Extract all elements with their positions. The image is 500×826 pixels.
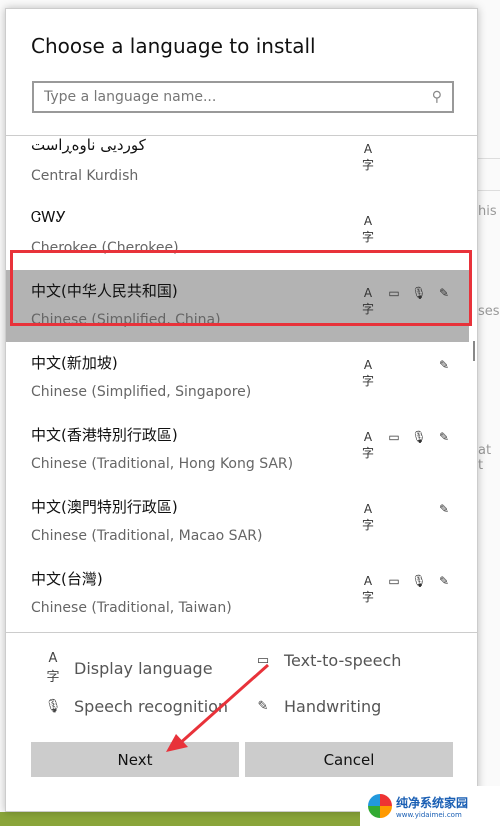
display-language-icon: A字 — [361, 430, 374, 460]
english-name: Chinese (Traditional, Taiwan) — [31, 600, 232, 616]
language-item[interactable]: 中文(香港特別行政區) Chinese (Traditional, Hong Ko… — [6, 414, 469, 486]
text-to-speech-icon: ▭ — [256, 653, 270, 668]
english-name: Chinese (Traditional, Hong Kong SAR) — [31, 456, 294, 472]
handwriting-icon: ✎ — [257, 699, 269, 714]
legend-handwriting: ✎ Handwriting — [254, 697, 382, 716]
native-name: 中文(澳門特別行政區) — [31, 498, 178, 516]
handwriting-icon: ✎ — [438, 502, 450, 516]
english-name: Chinese (Traditional, Macao SAR) — [31, 528, 263, 544]
highlight-box — [10, 250, 472, 326]
legend-label: Display language — [74, 658, 213, 678]
background-text: his — [478, 204, 497, 219]
language-item[interactable]: 中文(澳門特別行政區) Chinese (Traditional, Macao S… — [6, 486, 469, 558]
language-install-dialog: Choose a language to install ⚲ کوردیی نا… — [5, 8, 478, 812]
microphone-icon: 🎙 — [44, 699, 62, 714]
legend-text-to-speech: ▭ Text-to-speech — [254, 651, 402, 670]
text-to-speech-icon: ▭ — [388, 430, 400, 444]
display-language-icon: A字 — [361, 214, 374, 244]
native-name: کوردیی ناوەڕاست — [31, 136, 146, 154]
divider — [478, 158, 500, 159]
scrollbar[interactable] — [473, 341, 475, 361]
divider — [478, 190, 500, 191]
legend-label: Text-to-speech — [284, 651, 402, 670]
speech-recognition-icon: 🎙 — [411, 574, 427, 588]
language-item[interactable]: 中文(台灣) Chinese (Traditional, Taiwan) A字 ▭ 🎙 ✎ — [6, 558, 469, 630]
legend-speech-recognition: 🎙 Speech recognition — [44, 697, 228, 716]
legend-display-language: A字 Display language — [44, 651, 213, 685]
native-name: 中文(新加坡) — [31, 354, 118, 372]
watermark-name: 纯净系统家园 — [396, 795, 469, 810]
language-item[interactable]: 中文(新加坡) Chinese (Simplified, Singapore) A字… — [6, 342, 469, 414]
search-input[interactable] — [44, 89, 432, 105]
display-language-icon: A字 — [361, 142, 374, 172]
cancel-button[interactable]: Cancel — [245, 742, 453, 777]
legend-label: Handwriting — [284, 697, 382, 716]
handwriting-icon: ✎ — [438, 430, 450, 444]
handwriting-icon: ✎ — [438, 358, 450, 372]
english-name: Central Kurdish — [31, 168, 139, 184]
english-name: Chinese (Simplified, Singapore) — [31, 384, 252, 400]
display-language-icon: A字 — [361, 502, 374, 532]
language-item[interactable]: کوردیی ناوەڕاست Central Kurdish A字 — [6, 136, 469, 198]
search-box[interactable]: ⚲ — [32, 81, 454, 113]
display-language-icon: A字 — [46, 651, 60, 685]
handwriting-icon: ✎ — [438, 574, 450, 588]
native-name: ᏣᎳᎩ — [31, 208, 67, 226]
next-button[interactable]: Next — [31, 742, 239, 777]
speech-recognition-icon: 🎙 — [411, 430, 427, 444]
background-text: at t — [478, 443, 492, 473]
search-icon[interactable]: ⚲ — [432, 89, 442, 105]
watermark-logo-icon — [368, 794, 392, 818]
text-to-speech-icon: ▭ — [388, 574, 400, 588]
native-name: 中文(台灣) — [31, 570, 103, 588]
watermark-url: www.yidaimei.com — [396, 810, 462, 819]
display-language-icon: A字 — [361, 358, 374, 388]
background-text: ses — [478, 304, 500, 319]
watermark-logo: 纯净系统家园 www.yidaimei.com — [360, 786, 500, 826]
dialog-title: Choose a language to install — [31, 34, 316, 58]
display-language-icon: A字 — [361, 574, 374, 604]
native-name: 中文(香港特別行政區) — [31, 426, 178, 444]
language-list[interactable]: کوردیی ناوەڕاست Central Kurdish A字 ᏣᎳᎩ Chero… — [6, 135, 477, 633]
legend-label: Speech recognition — [74, 697, 229, 716]
